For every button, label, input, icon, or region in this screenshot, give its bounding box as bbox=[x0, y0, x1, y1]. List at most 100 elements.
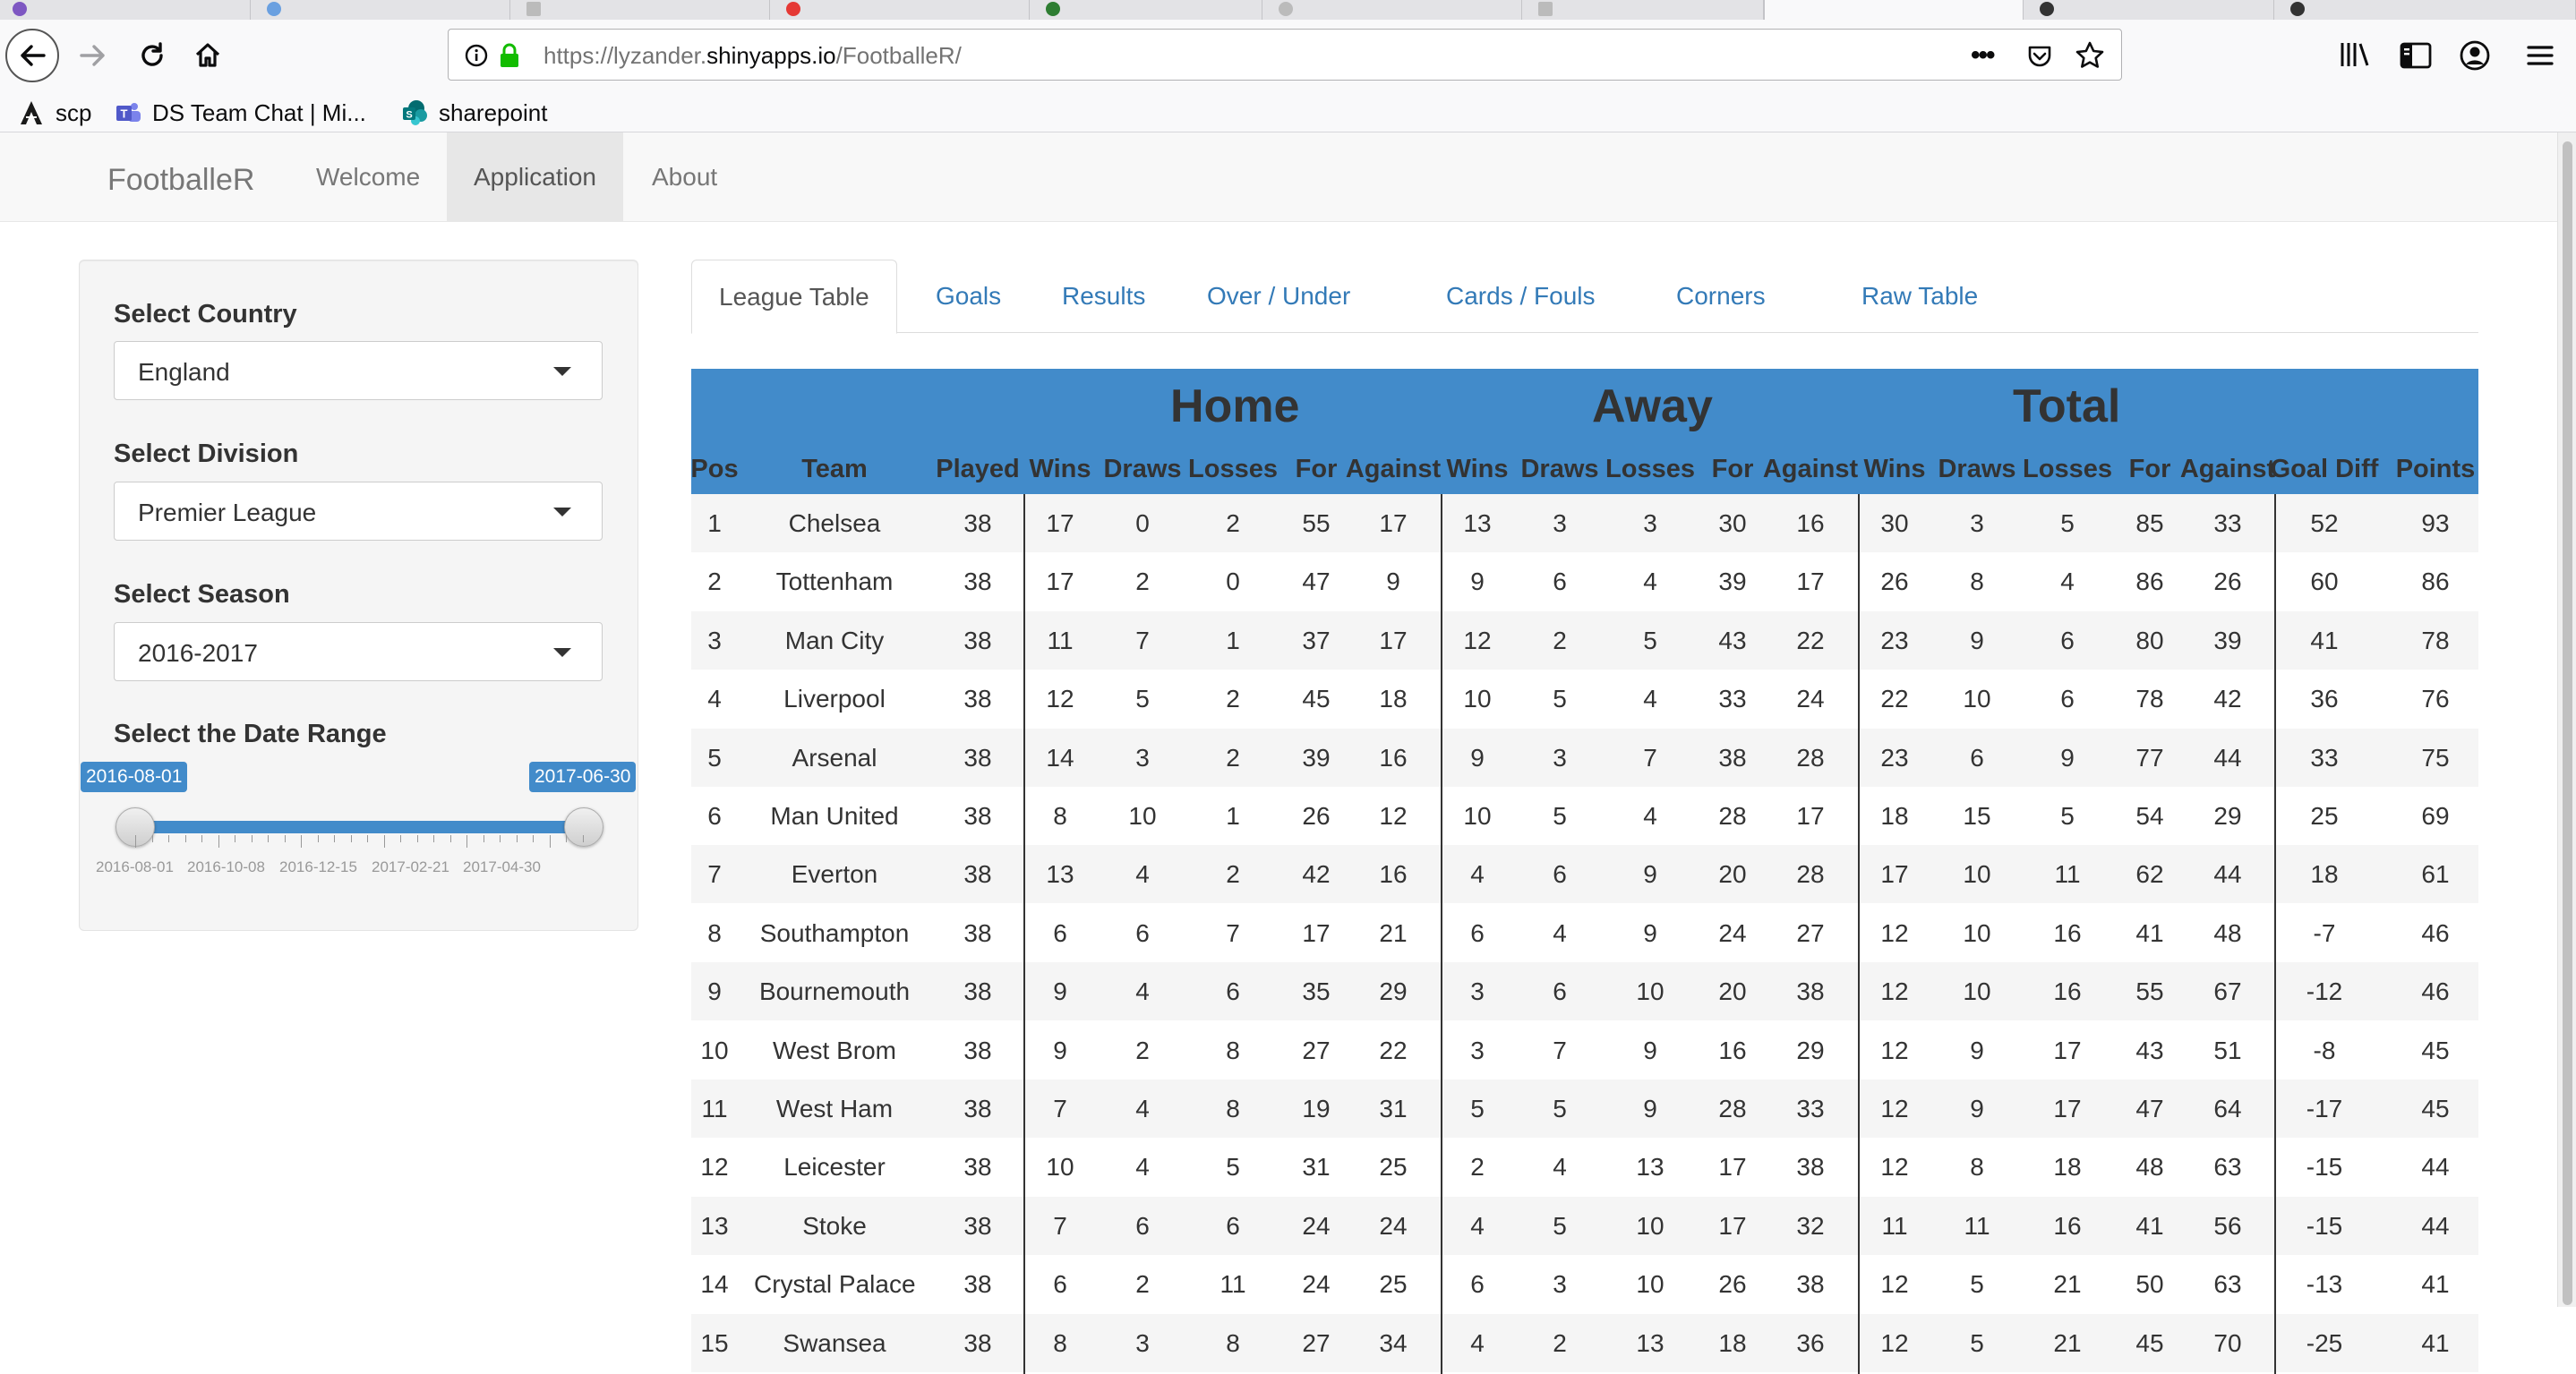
browser-tab[interactable] bbox=[1030, 0, 1262, 20]
table-cell: 21 bbox=[2053, 1270, 2082, 1299]
slider-range-bar[interactable] bbox=[135, 821, 583, 833]
site-info-icon[interactable] bbox=[465, 44, 488, 67]
table-cell: 6 bbox=[1470, 918, 1485, 947]
browser-tab[interactable] bbox=[2274, 0, 2576, 20]
table-cell: 43 bbox=[1718, 626, 1747, 654]
hamburger-menu-icon[interactable] bbox=[2525, 41, 2555, 70]
column-header[interactable]: Draws bbox=[1932, 455, 2022, 484]
bookmark-sharepoint[interactable]: S sharepoint bbox=[401, 97, 547, 129]
home-button[interactable] bbox=[184, 32, 231, 79]
nav-link-welcome[interactable]: Welcome bbox=[289, 132, 447, 221]
bookmark-ds-team-chat[interactable]: T DS Team Chat | Mi... bbox=[115, 97, 366, 129]
table-cell: 34 bbox=[1379, 1328, 1408, 1357]
column-header[interactable]: For bbox=[1289, 455, 1343, 484]
back-arrow-icon bbox=[21, 45, 46, 66]
browser-tab-active[interactable] bbox=[1764, 0, 2024, 20]
library-icon[interactable] bbox=[2339, 39, 2371, 70]
column-header[interactable]: Losses bbox=[2018, 455, 2117, 484]
sharepoint-icon: S bbox=[403, 100, 427, 125]
table-cell: 4 bbox=[1470, 1211, 1485, 1240]
nav-link-about[interactable]: About bbox=[625, 132, 744, 221]
browser-tab[interactable] bbox=[251, 0, 510, 20]
table-cell: 3 bbox=[1970, 509, 1984, 537]
date-range-slider[interactable]: 2016-08-01 2017-06-30 2016-08-01 2016-10… bbox=[80, 762, 639, 878]
tab-corners[interactable]: Corners bbox=[1649, 260, 1793, 333]
table-cell: 9 bbox=[707, 977, 722, 1006]
url-bar[interactable]: https://lyzander.shinyapps.io/FootballeR… bbox=[448, 29, 2122, 81]
column-header[interactable]: Losses bbox=[1184, 455, 1282, 484]
sidebar-toggle-icon[interactable] bbox=[2400, 41, 2432, 70]
column-header[interactable]: Losses bbox=[1601, 455, 1699, 484]
column-header[interactable]: Played bbox=[933, 455, 1023, 484]
column-header[interactable]: Against bbox=[1761, 455, 1860, 484]
column-header[interactable]: Pos bbox=[689, 455, 740, 484]
nav-link-application[interactable]: Application bbox=[447, 132, 623, 221]
bookmark-star-icon[interactable] bbox=[2075, 40, 2105, 71]
table-cell: 43 bbox=[2135, 1036, 2164, 1064]
page-actions-icon[interactable]: ••• bbox=[1971, 42, 2003, 69]
column-header[interactable]: Goal Diff bbox=[2266, 455, 2383, 484]
tab-over-under[interactable]: Over / Under bbox=[1180, 260, 1377, 333]
column-header[interactable]: For bbox=[1706, 455, 1759, 484]
tab-favicon-icon bbox=[13, 2, 27, 16]
table-cell: 6 bbox=[1553, 568, 1567, 596]
bookmark-scp[interactable]: scp bbox=[18, 97, 91, 129]
column-header[interactable]: Team bbox=[754, 455, 915, 484]
column-header[interactable]: Points bbox=[2391, 455, 2480, 484]
browser-tab[interactable] bbox=[0, 0, 251, 20]
table-cell: 2 bbox=[1553, 626, 1567, 654]
pocket-icon[interactable] bbox=[2026, 42, 2053, 69]
table-cell: 5 bbox=[1135, 685, 1150, 713]
column-header[interactable]: For bbox=[2123, 455, 2177, 484]
table-cell: 12 bbox=[1880, 1270, 1909, 1299]
navbar-brand[interactable]: FootballeR bbox=[107, 163, 254, 198]
column-header[interactable]: Wins bbox=[1024, 455, 1096, 484]
tab-cards-fouls[interactable]: Cards / Fouls bbox=[1419, 260, 1622, 333]
table-cell: 11 bbox=[701, 1095, 728, 1122]
slider-to-label: 2017-06-30 bbox=[529, 762, 637, 792]
team-name-cell: Crystal Palace bbox=[754, 1270, 916, 1299]
slider-tick bbox=[449, 835, 451, 842]
forward-button[interactable] bbox=[70, 32, 116, 79]
page-scrollbar-thumb[interactable] bbox=[2563, 141, 2572, 1305]
lock-icon[interactable] bbox=[499, 42, 520, 69]
tab-results[interactable]: Results bbox=[1035, 260, 1172, 333]
tab-league-table[interactable]: League Table bbox=[691, 260, 897, 334]
tab-raw-table[interactable]: Raw Table bbox=[1835, 260, 2005, 333]
table-cell: 17 bbox=[1046, 568, 1074, 596]
tab-goals[interactable]: Goals bbox=[909, 260, 1028, 333]
browser-tab[interactable] bbox=[1262, 0, 1522, 20]
tab-favicon-icon bbox=[267, 2, 281, 16]
column-header[interactable]: Draws bbox=[1098, 455, 1187, 484]
browser-tab[interactable] bbox=[1522, 0, 1764, 20]
page-scrollbar[interactable] bbox=[2557, 132, 2576, 1307]
table-cell: 2 bbox=[1226, 743, 1240, 772]
browser-tab[interactable] bbox=[510, 0, 770, 20]
column-header[interactable]: Wins bbox=[1442, 455, 1513, 484]
account-icon[interactable] bbox=[2459, 39, 2491, 72]
table-cell: 27 bbox=[1302, 1328, 1331, 1357]
country-select[interactable]: England bbox=[114, 341, 603, 400]
table-cell: 2 bbox=[1226, 509, 1240, 537]
division-select[interactable]: Premier League bbox=[114, 482, 603, 541]
column-header[interactable]: Wins bbox=[1859, 455, 1930, 484]
table-cell: 6 bbox=[1553, 860, 1567, 889]
table-cell: 4 bbox=[1135, 1153, 1150, 1182]
reload-button[interactable] bbox=[129, 32, 175, 79]
back-button[interactable] bbox=[5, 29, 59, 82]
table-cell: 6 bbox=[1135, 1211, 1150, 1240]
slider-tick-label: 2017-02-21 bbox=[372, 858, 449, 875]
url-text[interactable]: https://lyzander.shinyapps.io/FootballeR… bbox=[543, 42, 962, 70]
table-cell: 17 bbox=[2053, 1095, 2082, 1122]
table-cell: 10 bbox=[1963, 977, 1991, 1006]
column-header[interactable]: Against bbox=[2178, 455, 2277, 484]
season-select[interactable]: 2016-2017 bbox=[114, 622, 603, 681]
table-cell: 46 bbox=[2421, 918, 2450, 947]
table-cell: 30 bbox=[1880, 509, 1909, 537]
column-header[interactable]: Draws bbox=[1515, 455, 1605, 484]
browser-tab[interactable] bbox=[2024, 0, 2274, 20]
column-header[interactable]: Against bbox=[1344, 455, 1442, 484]
table-cell: 27 bbox=[1302, 1036, 1331, 1064]
table-cell: 38 bbox=[963, 568, 992, 596]
browser-tab[interactable] bbox=[770, 0, 1030, 20]
